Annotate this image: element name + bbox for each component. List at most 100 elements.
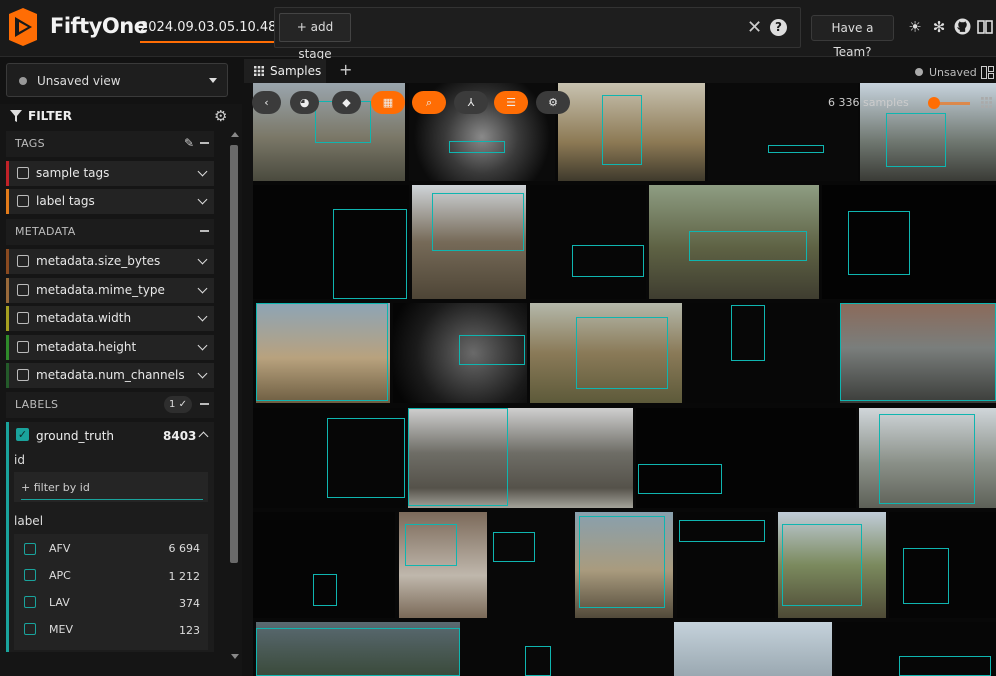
help-icon[interactable]: ? [770, 19, 787, 36]
labels-section-header[interactable]: LABELS 1 ✓ [6, 392, 214, 418]
checkbox[interactable] [17, 284, 29, 296]
checkbox[interactable] [17, 167, 29, 179]
sidebar-item-size-bytes[interactable]: metadata.size_bytes [6, 249, 214, 274]
sample-thumbnail[interactable] [649, 185, 819, 299]
tab-samples[interactable]: Samples [244, 59, 326, 83]
list-icon[interactable]: ☰ [494, 91, 528, 114]
split-panel-icon[interactable] [981, 66, 994, 79]
collapse-icon[interactable] [200, 142, 209, 144]
checkbox[interactable] [17, 255, 29, 267]
sidebar-item-height[interactable]: metadata.height [6, 335, 214, 360]
label-value-row[interactable]: APC 1 212 [14, 562, 208, 589]
sample-thumbnail[interactable] [822, 185, 996, 299]
sample-thumbnail[interactable] [636, 408, 856, 508]
sample-thumbnail[interactable] [674, 622, 832, 676]
sample-thumbnail[interactable] [253, 408, 405, 508]
sample-thumbnail[interactable] [399, 512, 487, 618]
sample-thumbnail[interactable] [530, 185, 646, 299]
sample-thumbnail[interactable] [256, 303, 390, 403]
sample-thumbnail[interactable] [889, 512, 996, 618]
sidebar-item-label-tags[interactable]: label tags [6, 189, 214, 214]
sample-thumbnail[interactable] [840, 303, 996, 403]
edit-icon[interactable]: ✎ [184, 136, 194, 150]
checkbox[interactable] [17, 312, 29, 324]
view-stage-bar[interactable]: + add stage ✕ ? [274, 7, 801, 61]
sample-thumbnail[interactable] [412, 185, 526, 299]
chevron-down-icon[interactable] [197, 311, 208, 322]
label-value-row[interactable]: LAV 374 [14, 589, 208, 616]
grid-select-icon[interactable]: ▦ [371, 91, 405, 114]
slack-icon[interactable]: ✻ [930, 18, 948, 36]
tags-section-label: TAGS [15, 137, 45, 150]
gear-icon[interactable]: ⚙ [214, 107, 227, 125]
checkbox[interactable] [24, 623, 36, 635]
sample-thumbnail[interactable] [463, 622, 671, 676]
filter-sidebar: FILTER ⚙ TAGS ✎ sample tags label tags M… [0, 104, 242, 676]
sample-thumbnail[interactable] [859, 408, 996, 508]
sample-thumbnail[interactable] [677, 512, 775, 618]
have-a-team-button[interactable]: Have a Team? [811, 15, 894, 59]
sample-thumbnail[interactable] [253, 185, 409, 299]
palette-icon[interactable]: ◕ [290, 91, 319, 114]
sample-thumbnail[interactable] [393, 303, 527, 403]
collapse-icon[interactable] [200, 230, 209, 232]
chevron-up-icon[interactable] [198, 431, 209, 442]
checkbox[interactable] [17, 195, 29, 207]
filter-title: FILTER [28, 109, 72, 123]
grid-size-icon[interactable] [981, 97, 992, 108]
search-icon[interactable]: ⌕ [412, 91, 446, 114]
zoom-slider-track[interactable] [938, 102, 970, 105]
sidebar-item-num-channels[interactable]: metadata.num_channels [6, 363, 214, 388]
sample-thumbnail[interactable] [489, 512, 573, 618]
chevron-down-icon[interactable] [197, 340, 208, 351]
sample-thumbnail[interactable] [778, 512, 886, 618]
sidebar-item-width[interactable]: metadata.width [6, 306, 214, 331]
checkbox[interactable] [17, 341, 29, 353]
checkbox[interactable] [24, 596, 36, 608]
sidebar-item-sample-tags[interactable]: sample tags [6, 161, 214, 186]
docs-icon[interactable] [977, 19, 993, 35]
chevron-down-icon[interactable] [197, 254, 208, 265]
checkbox[interactable] [17, 369, 29, 381]
tag-icon[interactable]: ◆ [332, 91, 361, 114]
clear-icon[interactable]: ✕ [747, 17, 762, 38]
sample-thumbnail[interactable] [575, 512, 673, 618]
sidebar-item-mime-type[interactable]: metadata.mime_type [6, 278, 214, 303]
metadata-section-header[interactable]: METADATA [6, 219, 214, 245]
chevron-down-icon[interactable] [197, 283, 208, 294]
new-tab-button[interactable]: + [339, 60, 352, 79]
back-icon[interactable]: ‹ [252, 91, 281, 114]
sample-thumbnail[interactable] [558, 83, 705, 181]
scroll-down-icon[interactable] [231, 654, 239, 659]
labels-count-badge[interactable]: 1 ✓ [164, 396, 192, 413]
view-select[interactable]: Unsaved view [6, 63, 228, 97]
theme-toggle-icon[interactable]: ☀ [906, 18, 924, 36]
color-bar [6, 422, 9, 652]
merge-icon[interactable]: ⅄ [454, 91, 488, 114]
sample-thumbnail[interactable] [530, 303, 682, 403]
app-title: FiftyOne [50, 14, 148, 38]
checkbox[interactable] [24, 569, 36, 581]
sidebar-scrollbar[interactable] [230, 145, 238, 563]
github-icon[interactable] [954, 18, 971, 35]
sample-thumbnail[interactable] [835, 622, 996, 676]
sample-thumbnail[interactable] [408, 408, 633, 508]
dataset-name[interactable]: 2024.09.03.05.10.48 [140, 20, 277, 43]
zoom-slider-thumb[interactable] [928, 97, 940, 109]
checked-checkbox[interactable]: ✓ [16, 428, 29, 441]
scroll-up-icon[interactable] [231, 132, 239, 137]
add-stage-button[interactable]: + add stage [279, 13, 351, 61]
label-value-row[interactable]: MEV 123 [14, 616, 208, 643]
sample-thumbnail[interactable] [256, 622, 460, 676]
sample-thumbnail[interactable] [685, 303, 837, 403]
chevron-down-icon[interactable] [197, 194, 208, 205]
collapse-icon[interactable] [200, 403, 209, 405]
chevron-down-icon[interactable] [197, 166, 208, 177]
label-value-row[interactable]: AFV 6 694 [14, 534, 208, 563]
sample-thumbnail[interactable] [253, 512, 395, 618]
tags-section-header[interactable]: TAGS ✎ [6, 131, 214, 157]
checkbox[interactable] [24, 543, 36, 555]
gear-icon[interactable]: ⚙ [536, 91, 570, 114]
chevron-down-icon[interactable] [197, 368, 208, 379]
id-filter-input[interactable]: + filter by id [21, 481, 203, 500]
